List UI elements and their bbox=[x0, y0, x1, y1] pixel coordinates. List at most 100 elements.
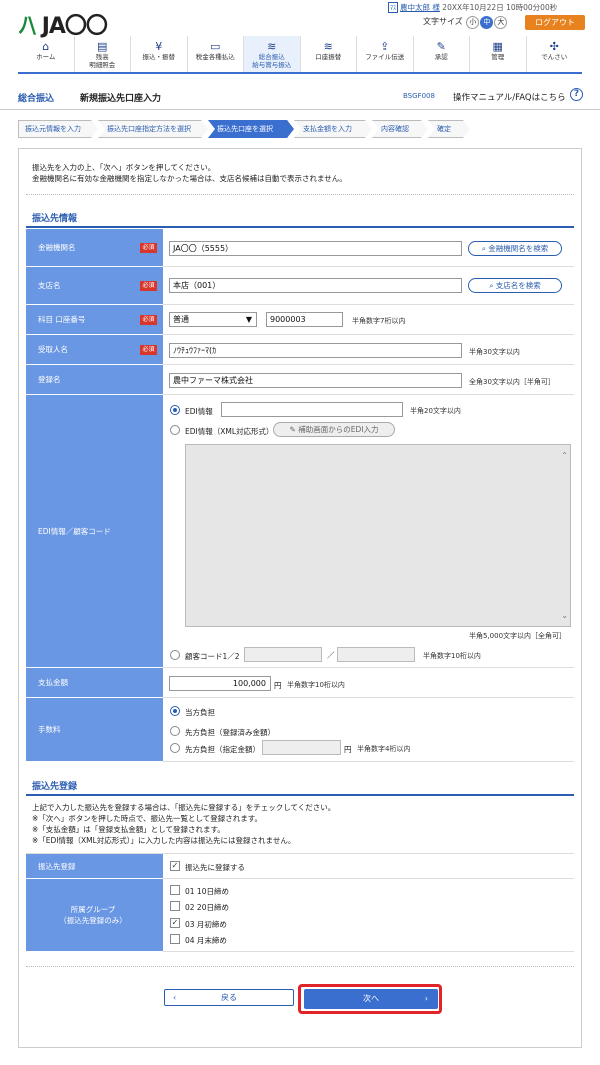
register-note-4: ※「EDI情報（XML対応形式）」に入力した内容は振込先には登録されません。 bbox=[32, 836, 296, 845]
amount-hint: 半角数字10桁以内 bbox=[287, 681, 345, 689]
account-hint: 半角数字7桁以内 bbox=[352, 317, 406, 325]
required-badge: 必須 bbox=[140, 281, 157, 291]
account-number-input[interactable]: 9000003 bbox=[266, 312, 343, 327]
manual-link[interactable]: 操作マニュアル/FAQはこちら bbox=[453, 91, 566, 103]
account-type-select[interactable]: 普通 ▼ bbox=[169, 312, 257, 327]
font-size-small[interactable]: 小 bbox=[466, 16, 480, 29]
densai-icon: ✣ bbox=[549, 40, 559, 53]
nav-admin[interactable]: ▦ 管理 bbox=[470, 36, 527, 72]
register-checkbox-label: 振込先に登録する bbox=[185, 863, 245, 872]
group-04-checkbox[interactable] bbox=[170, 934, 180, 944]
back-button[interactable]: ‹ 戻る bbox=[164, 989, 294, 1006]
branch-name-input[interactable]: 本店（001） bbox=[169, 278, 462, 293]
fee-theirs-registered-radio[interactable] bbox=[170, 726, 180, 736]
amount-input[interactable]: 100,000 bbox=[169, 676, 271, 691]
group-02-checkbox[interactable] bbox=[170, 901, 180, 911]
group-01-label: 01 10日締め bbox=[185, 887, 229, 896]
admin-icon: ▦ bbox=[492, 40, 503, 53]
regname-label: 登録名 bbox=[26, 365, 163, 395]
font-size-label: 文字サイズ bbox=[423, 17, 463, 26]
customer-code-1-input[interactable] bbox=[244, 647, 322, 662]
fee-label: 手数料 bbox=[26, 698, 163, 762]
customer-code-label: 顧客コード1／2 bbox=[185, 652, 240, 661]
nav-transfer[interactable]: ¥ 振込・振替 bbox=[131, 36, 188, 72]
page-title-bar: 総合振込 新規振込先口座入力 BSGF008 操作マニュアル/FAQはこちら ? bbox=[0, 82, 600, 110]
page-title: 新規振込先口座入力 bbox=[80, 94, 162, 104]
divider bbox=[26, 194, 574, 195]
divider bbox=[26, 966, 574, 967]
approval-icon: ✎ bbox=[436, 40, 446, 53]
chevron-left-icon: ‹ bbox=[173, 993, 177, 1002]
group-01-checkbox[interactable] bbox=[170, 885, 180, 895]
scroll-down-icon[interactable]: ⌄ bbox=[561, 611, 568, 620]
group-03-checkbox[interactable]: ✓ bbox=[170, 918, 180, 928]
edi-radio[interactable] bbox=[170, 405, 180, 415]
required-badge: 必須 bbox=[140, 243, 157, 253]
register-checkbox[interactable]: ✓ bbox=[170, 861, 180, 871]
fee-amount-input[interactable] bbox=[262, 740, 341, 755]
help-icon[interactable]: ? bbox=[570, 88, 583, 101]
edi-option-label: EDI情報 bbox=[185, 407, 213, 416]
nav-balance[interactable]: ▤ 残高 明細照会 bbox=[75, 36, 131, 72]
nav-bulk-transfer[interactable]: ≋ 総合振込 給与賞与振込 bbox=[244, 36, 301, 72]
card-icon: ▭ bbox=[210, 40, 221, 53]
group-04-label: 04 月末締め bbox=[185, 936, 227, 945]
required-badge: 必須 bbox=[140, 345, 157, 355]
customer-code-radio[interactable] bbox=[170, 650, 180, 660]
step-6: 確定 bbox=[428, 120, 470, 138]
nav-densai[interactable]: ✣ でんさい bbox=[527, 36, 583, 72]
step-5: 内容確認 bbox=[372, 120, 428, 138]
edi-xml-radio[interactable] bbox=[170, 425, 180, 435]
font-size-medium[interactable]: 中 bbox=[480, 16, 494, 29]
coin-stack-icon: ≋ bbox=[267, 40, 277, 53]
nav-home[interactable]: ⌂ ホーム bbox=[18, 36, 75, 72]
edi-assist-button[interactable]: ✎ 補助画面からのEDI入力 bbox=[273, 422, 395, 437]
recipient-hint: 半角30文字以内 bbox=[469, 348, 520, 356]
font-size-large[interactable]: 大 bbox=[494, 16, 508, 29]
recipient-name-input[interactable]: ﾉｳﾁｭｳﾌｧｰﾏ(ｶ bbox=[169, 343, 462, 358]
user-name-link[interactable]: 農中太郎 様 bbox=[400, 3, 440, 12]
fee-theirs-specified-radio[interactable] bbox=[170, 743, 180, 753]
screen-code: BSGF008 bbox=[403, 92, 435, 100]
fee-ours-label: 当方負担 bbox=[185, 708, 215, 717]
login-datetime: 20XX年10月22日 10時00分00秒 bbox=[442, 3, 558, 12]
register-label: 振込先登録 bbox=[26, 853, 163, 879]
progress-steps: 振込元情報を入力 振込先口座指定方法を選択 振込先口座を選択 支払金額を入力 内… bbox=[18, 120, 582, 138]
house-icon: ⌂ bbox=[42, 40, 50, 53]
registered-name-input[interactable]: 農中ファーマ株式会社 bbox=[169, 373, 462, 388]
logout-button[interactable]: ログアウト bbox=[525, 15, 585, 30]
register-note-3: ※「支払金額」は「登録支払金額」として登録されます。 bbox=[32, 825, 225, 834]
intro-line-1: 振込先を入力の上、「次へ」ボタンを押してください。 bbox=[32, 163, 216, 172]
bank-name-input[interactable]: JA〇〇（5555） bbox=[169, 241, 462, 256]
scroll-up-icon[interactable]: ⌃ bbox=[561, 451, 568, 460]
customer-code-2-input[interactable] bbox=[337, 647, 415, 662]
fee-ours-radio[interactable] bbox=[170, 706, 180, 716]
required-badge: 必須 bbox=[140, 315, 157, 325]
nav-tax[interactable]: ▭ 税金各種払込 bbox=[188, 36, 244, 72]
group-label: 所属グループ （振込先登録のみ） bbox=[26, 879, 163, 952]
step-3: 振込先口座を選択 bbox=[208, 120, 294, 138]
customer-code-separator: ／ bbox=[327, 651, 335, 660]
edi-xml-option-label: EDI情報（XML対応形式） bbox=[185, 427, 274, 436]
nav-file-transfer[interactable]: ⇪ ファイル伝送 bbox=[357, 36, 414, 72]
fee-hint: 半角数字4桁以内 bbox=[357, 745, 411, 753]
edi-label: EDI情報／顧客コード bbox=[26, 395, 163, 668]
category-title: 総合振込 bbox=[18, 94, 55, 104]
branch-search-button[interactable]: ⌕ 支店名を検索 bbox=[468, 278, 562, 293]
nav-approval[interactable]: ✎ 承認 bbox=[414, 36, 470, 72]
nav-direct-debit[interactable]: ≋ 口座振替 bbox=[301, 36, 357, 72]
chevron-down-icon: ▼ bbox=[245, 315, 252, 324]
edi-input[interactable] bbox=[221, 402, 403, 417]
amount-label: 支払金額 bbox=[26, 668, 163, 698]
font-size-switch: 文字サイズ 小中大 bbox=[423, 16, 508, 29]
step-2: 振込先口座指定方法を選択 bbox=[98, 120, 208, 138]
edi-hint: 半角20文字以内 bbox=[410, 407, 461, 415]
fee-unit: 円 bbox=[344, 745, 352, 754]
fee-theirs-registered-label: 先方負担（登録済み金額） bbox=[185, 728, 275, 737]
edi-textarea-hint: 半角5,000文字以内［全角可］ bbox=[469, 632, 567, 640]
step-1: 振込元情報を入力 bbox=[18, 120, 98, 138]
edi-xml-textarea[interactable]: ⌃ ⌄ bbox=[185, 444, 571, 627]
next-button[interactable]: 次へ › bbox=[304, 989, 438, 1009]
bank-search-button[interactable]: ⌕ 金融機関名を検索 bbox=[468, 241, 562, 256]
step-4: 支払金額を入力 bbox=[294, 120, 372, 138]
